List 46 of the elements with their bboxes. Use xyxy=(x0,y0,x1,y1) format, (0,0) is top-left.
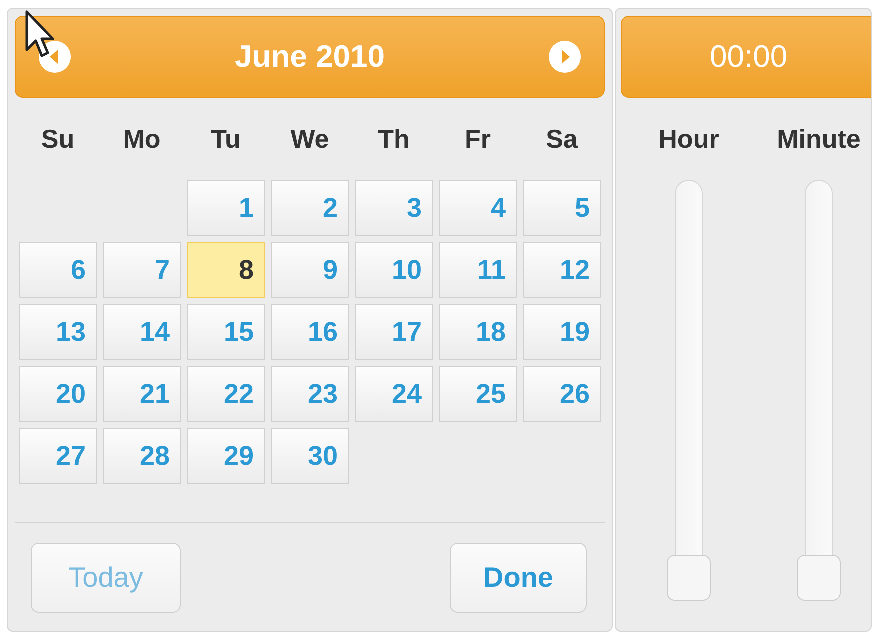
day-cell[interactable]: 9 xyxy=(271,242,349,298)
slider-label: Minute xyxy=(777,122,861,156)
weekday-label: Sa xyxy=(545,122,579,156)
day-cell[interactable]: 21 xyxy=(103,366,181,422)
day-cell[interactable]: 6 xyxy=(19,242,97,298)
weekday-label: Fr xyxy=(464,122,492,156)
day-cell[interactable]: 22 xyxy=(187,366,265,422)
day-cell[interactable]: 13 xyxy=(19,304,97,360)
day-cell[interactable]: 8 xyxy=(187,242,265,298)
day-cell[interactable]: 28 xyxy=(103,428,181,484)
day-cell[interactable]: 30 xyxy=(271,428,349,484)
day-cell[interactable]: 20 xyxy=(19,366,97,422)
day-cell[interactable]: 12 xyxy=(523,242,601,298)
day-cell[interactable]: 19 xyxy=(523,304,601,360)
day-cell[interactable]: 5 xyxy=(523,180,601,236)
mouse-pointer-icon xyxy=(25,10,55,60)
vertical-slider[interactable] xyxy=(797,180,841,601)
day-cell[interactable]: 7 xyxy=(103,242,181,298)
day-cell[interactable]: 15 xyxy=(187,304,265,360)
weekday-label: Th xyxy=(377,122,411,156)
done-button[interactable]: Done xyxy=(450,543,587,613)
weekday-label: Tu xyxy=(210,122,242,156)
day-cell[interactable]: 26 xyxy=(523,366,601,422)
day-cell[interactable]: 4 xyxy=(439,180,517,236)
day-cell[interactable]: 11 xyxy=(439,242,517,298)
time-display: 00:00 xyxy=(710,38,788,76)
slider-label: Hour xyxy=(658,122,720,156)
day-cell[interactable]: 29 xyxy=(187,428,265,484)
day-cell[interactable]: 27 xyxy=(19,428,97,484)
weekday-label: We xyxy=(290,122,330,156)
vertical-slider[interactable] xyxy=(667,180,711,601)
day-cell[interactable]: 25 xyxy=(439,366,517,422)
day-cell[interactable]: 17 xyxy=(355,304,433,360)
day-cell[interactable]: 23 xyxy=(271,366,349,422)
weekday-label: Mo xyxy=(122,122,162,156)
next-month-icon[interactable] xyxy=(549,41,581,73)
day-cell[interactable]: 3 xyxy=(355,180,433,236)
weekday-label: Su xyxy=(40,122,76,156)
day-cell[interactable]: 18 xyxy=(439,304,517,360)
day-cell[interactable]: 10 xyxy=(355,242,433,298)
day-cell[interactable]: 1 xyxy=(187,180,265,236)
day-cell[interactable]: 16 xyxy=(271,304,349,360)
month-title: June 2010 xyxy=(235,38,385,76)
day-cell[interactable]: 24 xyxy=(355,366,433,422)
day-cell[interactable]: 2 xyxy=(271,180,349,236)
day-cell[interactable]: 14 xyxy=(103,304,181,360)
